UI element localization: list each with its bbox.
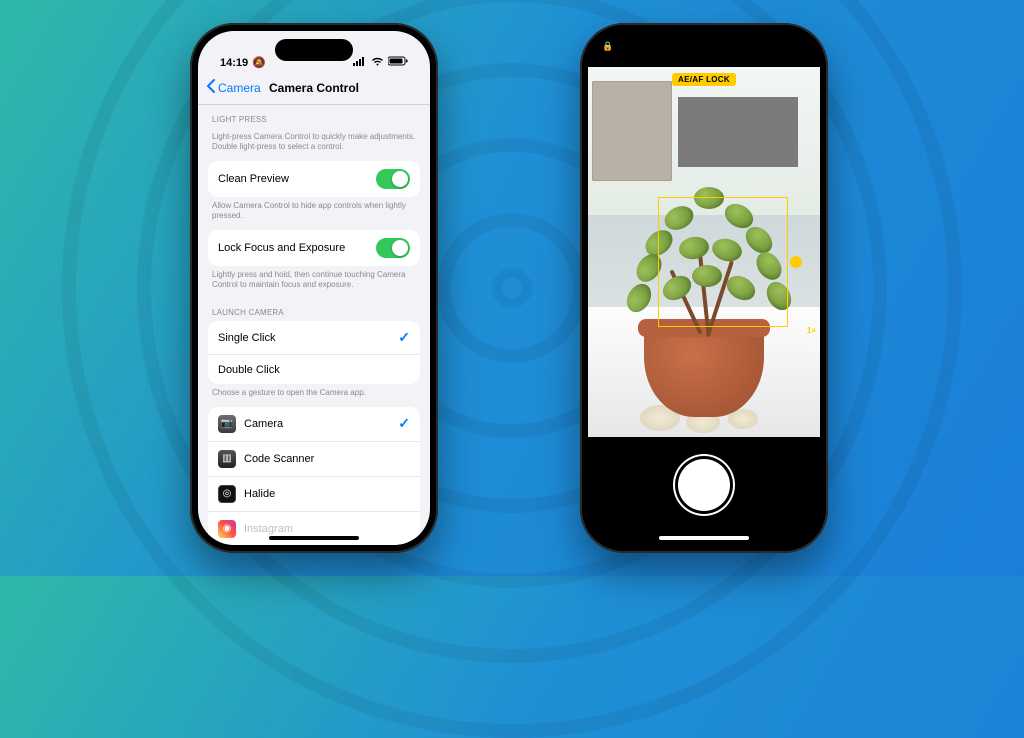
row-label: Instagram — [244, 523, 293, 535]
nav-bar: Camera Camera Control — [198, 71, 430, 105]
wifi-icon — [371, 56, 384, 69]
instagram-app-icon: ◉ — [218, 520, 236, 538]
row-app-code-scanner[interactable]: ▥ Code Scanner — [208, 441, 420, 476]
settings-body[interactable]: Light Press Light-press Camera Control t… — [198, 105, 430, 545]
zoom-levels[interactable]: .5× 1× 2× — [796, 297, 820, 364]
home-indicator[interactable] — [269, 536, 359, 540]
row-label: Halide — [244, 488, 275, 500]
ae-af-lock-badge: AE/AF LOCK — [672, 73, 736, 86]
camera-viewfinder[interactable]: AE/AF LOCK — [588, 67, 820, 437]
checkmark-icon: ✓ — [398, 329, 410, 346]
silent-bell-icon: 🔕 — [252, 56, 266, 69]
footer-lock-focus: Lightly press and hold, then continue to… — [198, 266, 430, 299]
home-indicator[interactable] — [659, 536, 749, 540]
zoom-level-0.5x[interactable]: .5× — [796, 307, 816, 316]
chevron-left-icon — [206, 79, 216, 96]
zoom-level-2x[interactable]: 2× — [796, 345, 816, 354]
row-lock-focus[interactable]: Lock Focus and Exposure — [208, 230, 420, 266]
battery-icon — [388, 56, 408, 69]
focus-rectangle[interactable] — [658, 197, 788, 327]
dynamic-island — [665, 39, 743, 61]
section-desc-light-press: Light-press Camera Control to quickly ma… — [198, 128, 430, 161]
lock-icon: 🔒 — [602, 41, 618, 57]
section-header-launch-camera: Launch Camera — [198, 298, 430, 321]
scanner-app-icon: ▥ — [218, 450, 236, 468]
exposure-sun-icon[interactable] — [791, 257, 801, 267]
checkmark-icon: ✓ — [398, 415, 410, 432]
row-app-camera[interactable]: 📷 Camera ✓ — [208, 407, 420, 441]
cell-signal-icon — [353, 56, 367, 69]
row-label: Clean Preview — [218, 173, 289, 185]
row-label: Lock Focus and Exposure — [218, 242, 345, 254]
toggle-lock-focus[interactable] — [376, 238, 410, 258]
camera-bottom-bar — [588, 437, 820, 545]
camera-app-icon: 📷 — [218, 415, 236, 433]
dynamic-island — [275, 39, 353, 61]
shutter-button[interactable] — [678, 459, 730, 511]
back-label: Camera — [218, 81, 261, 95]
row-label: Double Click — [218, 364, 280, 376]
toggle-clean-preview[interactable] — [376, 169, 410, 189]
row-label: Code Scanner — [244, 453, 314, 465]
footer-launch-camera: Choose a gesture to open the Camera app. — [198, 384, 430, 406]
row-clean-preview[interactable]: Clean Preview — [208, 161, 420, 197]
page-title: Camera Control — [269, 81, 359, 95]
phone-settings: 14:19 🔕 Camera — [190, 23, 438, 553]
row-single-click[interactable]: Single Click ✓ — [208, 321, 420, 354]
zoom-level-1x[interactable]: 1× — [796, 326, 816, 335]
back-button[interactable]: Camera — [198, 79, 261, 96]
phone-camera: 🔒 AE/AF LOCK — [580, 23, 828, 553]
halide-app-icon: ◎ — [218, 485, 236, 503]
section-header-light-press: Light Press — [198, 105, 430, 128]
row-double-click[interactable]: Double Click — [208, 354, 420, 384]
row-label: Camera — [244, 418, 283, 430]
row-label: Single Click — [218, 332, 275, 344]
footer-clean-preview: Allow Camera Control to hide app control… — [198, 197, 430, 230]
row-app-halide[interactable]: ◎ Halide — [208, 476, 420, 511]
status-time: 14:19 — [220, 57, 248, 69]
